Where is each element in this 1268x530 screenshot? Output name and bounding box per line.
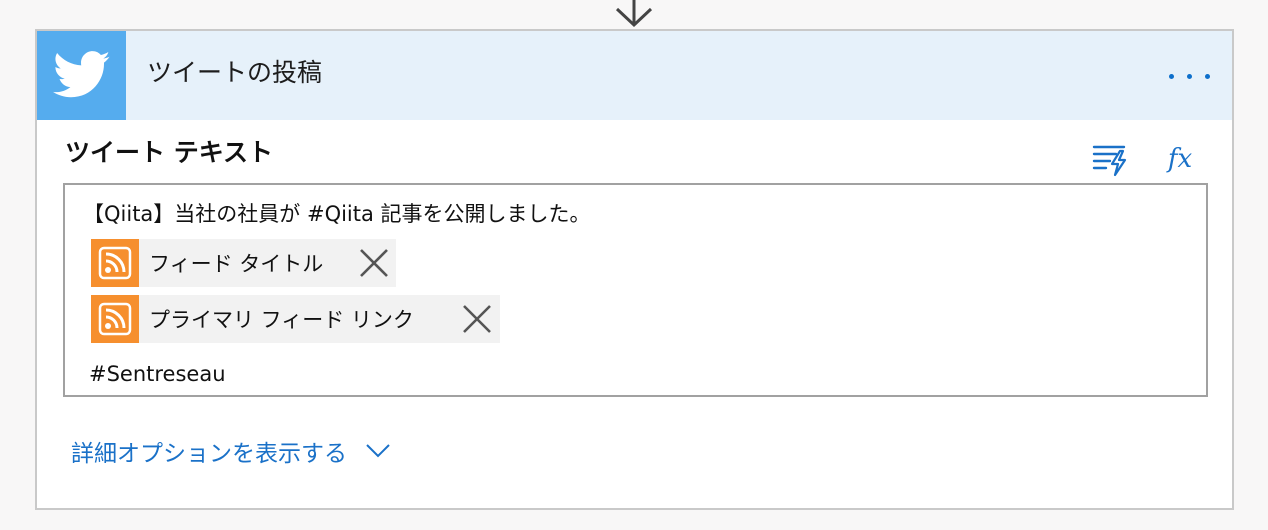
- show-advanced-options-link[interactable]: 詳細オプションを表示する: [71, 433, 391, 469]
- dynamic-content-button[interactable]: [1090, 139, 1134, 179]
- ellipsis-dot: [1205, 74, 1210, 79]
- token-label: プライマリ フィード リンク: [149, 308, 414, 332]
- ellipsis-dot: [1169, 74, 1174, 79]
- token-label: フィード タイトル: [149, 252, 324, 276]
- expression-button[interactable]: fx: [1160, 139, 1200, 179]
- action-card-header[interactable]: ツイートの投稿: [37, 31, 1232, 120]
- tweet-text-editor[interactable]: 【Qiita】当社の社員が #Qiita 記事を公開しました。 フィード タイト…: [63, 183, 1208, 397]
- chevron-down-icon: [366, 444, 390, 458]
- dynamic-token-primary-feed-link[interactable]: プライマリ フィード リンク: [91, 295, 500, 343]
- flow-canvas: ツイートの投稿 ツイート テキスト fx 【Qiita】当社の社員が #Qiit…: [0, 0, 1268, 530]
- dynamic-token-feed-title[interactable]: フィード タイトル: [91, 239, 396, 287]
- tweet-text-line: #Sentreseau: [89, 362, 226, 386]
- ellipsis-dot: [1187, 74, 1192, 79]
- dynamic-content-icon: [1092, 145, 1127, 177]
- tweet-text-label: ツイート テキスト: [65, 138, 273, 167]
- more-options-button[interactable]: [1163, 59, 1215, 93]
- twitter-icon: [37, 31, 126, 120]
- tweet-text-line: 【Qiita】当社の社員が #Qiita 記事を公開しました。: [83, 202, 591, 226]
- flow-connector-arrow-icon: [615, 0, 653, 28]
- action-card: ツイートの投稿 ツイート テキスト fx 【Qiita】当社の社員が #Qiit…: [35, 29, 1234, 510]
- rss-icon: [91, 295, 139, 343]
- action-title: ツイートの投稿: [147, 58, 323, 87]
- close-icon[interactable]: [358, 247, 390, 279]
- rss-icon: [91, 239, 139, 287]
- advanced-options-label: 詳細オプションを表示する: [71, 441, 347, 467]
- close-icon[interactable]: [461, 303, 493, 335]
